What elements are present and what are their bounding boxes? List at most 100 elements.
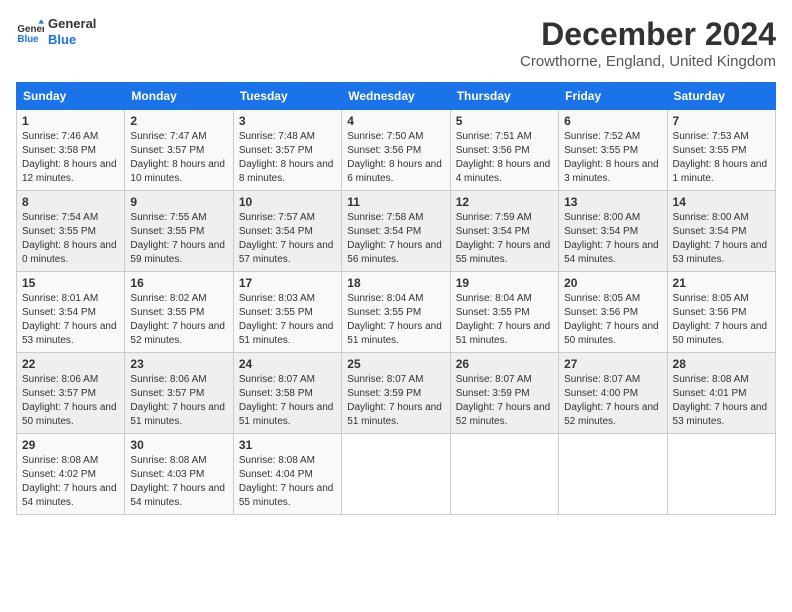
day-cell-7: 7 Sunrise: 7:53 AMSunset: 3:55 PMDaylight… <box>667 110 775 191</box>
day-cell-19: 19Sunrise: 8:04 AMSunset: 3:55 PMDayligh… <box>450 272 558 353</box>
day-number: 1 <box>22 114 119 128</box>
day-number: 9 <box>130 195 227 209</box>
day-number: 12 <box>456 195 553 209</box>
calendar-table: SundayMondayTuesdayWednesdayThursdayFrid… <box>16 82 776 515</box>
day-info: Sunrise: 7:53 AMSunset: 3:55 PMDaylight:… <box>673 130 770 186</box>
day-number: 27 <box>564 357 661 371</box>
day-number: 22 <box>22 357 119 371</box>
day-info: Sunrise: 8:01 AMSunset: 3:54 PMDaylight:… <box>22 292 119 348</box>
col-header-wednesday: Wednesday <box>342 83 450 110</box>
day-number: 3 <box>239 114 336 128</box>
day-info: Sunrise: 7:47 AMSunset: 3:57 PMDaylight:… <box>130 130 227 186</box>
empty-cell <box>667 434 775 515</box>
day-info: Sunrise: 8:04 AMSunset: 3:55 PMDaylight:… <box>347 292 444 348</box>
logo-line2: Blue <box>48 32 96 48</box>
svg-text:Blue: Blue <box>17 33 39 44</box>
week-row-4: 22Sunrise: 8:06 AMSunset: 3:57 PMDayligh… <box>17 353 776 434</box>
day-info: Sunrise: 8:00 AMSunset: 3:54 PMDaylight:… <box>673 211 770 267</box>
day-cell-14: 14 Sunrise: 8:00 AMSunset: 3:54 PMDayligh… <box>667 191 775 272</box>
month-title: December 2024 <box>520 16 776 53</box>
day-cell-11: 11 Sunrise: 7:58 AMSunset: 3:54 PMDayligh… <box>342 191 450 272</box>
day-cell-30: 30 Sunrise: 8:08 AMSunset: 4:03 PMDayligh… <box>125 434 233 515</box>
day-info: Sunrise: 8:07 AMSunset: 3:59 PMDaylight:… <box>456 373 553 429</box>
title-block: December 2024 Crowthorne, England, Unite… <box>520 16 776 70</box>
day-cell-28: 28 Sunrise: 8:08 AMSunset: 4:01 PMDayligh… <box>667 353 775 434</box>
day-number: 29 <box>22 438 119 452</box>
day-info: Sunrise: 7:54 AMSunset: 3:55 PMDaylight:… <box>22 211 119 267</box>
day-info: Sunrise: 8:07 AMSunset: 4:00 PMDaylight:… <box>564 373 661 429</box>
day-info: Sunrise: 7:48 AMSunset: 3:57 PMDaylight:… <box>239 130 336 186</box>
day-cell-4: 4Sunrise: 7:50 AMSunset: 3:56 PMDaylight… <box>342 110 450 191</box>
col-header-monday: Monday <box>125 83 233 110</box>
day-number: 11 <box>347 195 444 209</box>
day-cell-9: 9 Sunrise: 7:55 AMSunset: 3:55 PMDaylight… <box>125 191 233 272</box>
day-cell-16: 16Sunrise: 8:02 AMSunset: 3:55 PMDayligh… <box>125 272 233 353</box>
day-number: 17 <box>239 276 336 290</box>
day-number: 31 <box>239 438 336 452</box>
day-cell-3: 3 Sunrise: 7:48 AMSunset: 3:57 PMDaylight… <box>233 110 341 191</box>
day-cell-18: 18 Sunrise: 8:04 AMSunset: 3:55 PMDayligh… <box>342 272 450 353</box>
day-cell-1: 1 Sunrise: 7:46 AMSunset: 3:58 PMDaylight… <box>17 110 125 191</box>
day-info: Sunrise: 7:50 AMSunset: 3:56 PMDaylight:… <box>347 130 444 186</box>
day-info: Sunrise: 7:51 AMSunset: 3:56 PMDaylight:… <box>456 130 553 186</box>
day-number: 14 <box>673 195 770 209</box>
day-number: 19 <box>456 276 553 290</box>
day-cell-29: 29Sunrise: 8:08 AMSunset: 4:02 PMDayligh… <box>17 434 125 515</box>
header-row: SundayMondayTuesdayWednesdayThursdayFrid… <box>17 83 776 110</box>
day-number: 13 <box>564 195 661 209</box>
day-number: 20 <box>564 276 661 290</box>
day-cell-25: 25 Sunrise: 8:07 AMSunset: 3:59 PMDayligh… <box>342 353 450 434</box>
day-info: Sunrise: 8:08 AMSunset: 4:03 PMDaylight:… <box>130 454 227 510</box>
day-info: Sunrise: 7:46 AMSunset: 3:58 PMDaylight:… <box>22 130 119 186</box>
logo-icon: General Blue <box>16 18 44 46</box>
week-row-5: 29Sunrise: 8:08 AMSunset: 4:02 PMDayligh… <box>17 434 776 515</box>
day-number: 7 <box>673 114 770 128</box>
day-number: 6 <box>564 114 661 128</box>
day-number: 30 <box>130 438 227 452</box>
day-number: 15 <box>22 276 119 290</box>
day-cell-24: 24Sunrise: 8:07 AMSunset: 3:58 PMDayligh… <box>233 353 341 434</box>
day-cell-15: 15 Sunrise: 8:01 AMSunset: 3:54 PMDayligh… <box>17 272 125 353</box>
day-number: 23 <box>130 357 227 371</box>
col-header-saturday: Saturday <box>667 83 775 110</box>
day-cell-21: 21Sunrise: 8:05 AMSunset: 3:56 PMDayligh… <box>667 272 775 353</box>
week-row-2: 8 Sunrise: 7:54 AMSunset: 3:55 PMDaylight… <box>17 191 776 272</box>
day-info: Sunrise: 7:58 AMSunset: 3:54 PMDaylight:… <box>347 211 444 267</box>
col-header-friday: Friday <box>559 83 667 110</box>
day-cell-8: 8 Sunrise: 7:54 AMSunset: 3:55 PMDaylight… <box>17 191 125 272</box>
day-number: 18 <box>347 276 444 290</box>
day-cell-6: 6 Sunrise: 7:52 AMSunset: 3:55 PMDaylight… <box>559 110 667 191</box>
day-info: Sunrise: 7:57 AMSunset: 3:54 PMDaylight:… <box>239 211 336 267</box>
day-cell-22: 22Sunrise: 8:06 AMSunset: 3:57 PMDayligh… <box>17 353 125 434</box>
day-info: Sunrise: 8:07 AMSunset: 3:59 PMDaylight:… <box>347 373 444 429</box>
day-number: 24 <box>239 357 336 371</box>
day-cell-20: 20Sunrise: 8:05 AMSunset: 3:56 PMDayligh… <box>559 272 667 353</box>
empty-cell <box>342 434 450 515</box>
day-info: Sunrise: 7:52 AMSunset: 3:55 PMDaylight:… <box>564 130 661 186</box>
day-cell-26: 26 Sunrise: 8:07 AMSunset: 3:59 PMDayligh… <box>450 353 558 434</box>
day-number: 16 <box>130 276 227 290</box>
day-cell-10: 10Sunrise: 7:57 AMSunset: 3:54 PMDayligh… <box>233 191 341 272</box>
day-info: Sunrise: 8:00 AMSunset: 3:54 PMDaylight:… <box>564 211 661 267</box>
day-info: Sunrise: 8:03 AMSunset: 3:55 PMDaylight:… <box>239 292 336 348</box>
day-cell-13: 13 Sunrise: 8:00 AMSunset: 3:54 PMDayligh… <box>559 191 667 272</box>
day-info: Sunrise: 8:05 AMSunset: 3:56 PMDaylight:… <box>673 292 770 348</box>
col-header-thursday: Thursday <box>450 83 558 110</box>
day-cell-23: 23Sunrise: 8:06 AMSunset: 3:57 PMDayligh… <box>125 353 233 434</box>
col-header-sunday: Sunday <box>17 83 125 110</box>
day-info: Sunrise: 8:08 AMSunset: 4:01 PMDaylight:… <box>673 373 770 429</box>
day-number: 25 <box>347 357 444 371</box>
location-subtitle: Crowthorne, England, United Kingdom <box>520 53 776 70</box>
col-header-tuesday: Tuesday <box>233 83 341 110</box>
day-info: Sunrise: 7:59 AMSunset: 3:54 PMDaylight:… <box>456 211 553 267</box>
day-number: 2 <box>130 114 227 128</box>
logo-line1: General <box>48 16 96 32</box>
page-header: General Blue General Blue December 2024 … <box>16 16 776 70</box>
week-row-3: 15 Sunrise: 8:01 AMSunset: 3:54 PMDayligh… <box>17 272 776 353</box>
day-number: 28 <box>673 357 770 371</box>
day-cell-12: 12 Sunrise: 7:59 AMSunset: 3:54 PMDayligh… <box>450 191 558 272</box>
day-number: 26 <box>456 357 553 371</box>
week-row-1: 1 Sunrise: 7:46 AMSunset: 3:58 PMDaylight… <box>17 110 776 191</box>
day-info: Sunrise: 7:55 AMSunset: 3:55 PMDaylight:… <box>130 211 227 267</box>
day-number: 8 <box>22 195 119 209</box>
